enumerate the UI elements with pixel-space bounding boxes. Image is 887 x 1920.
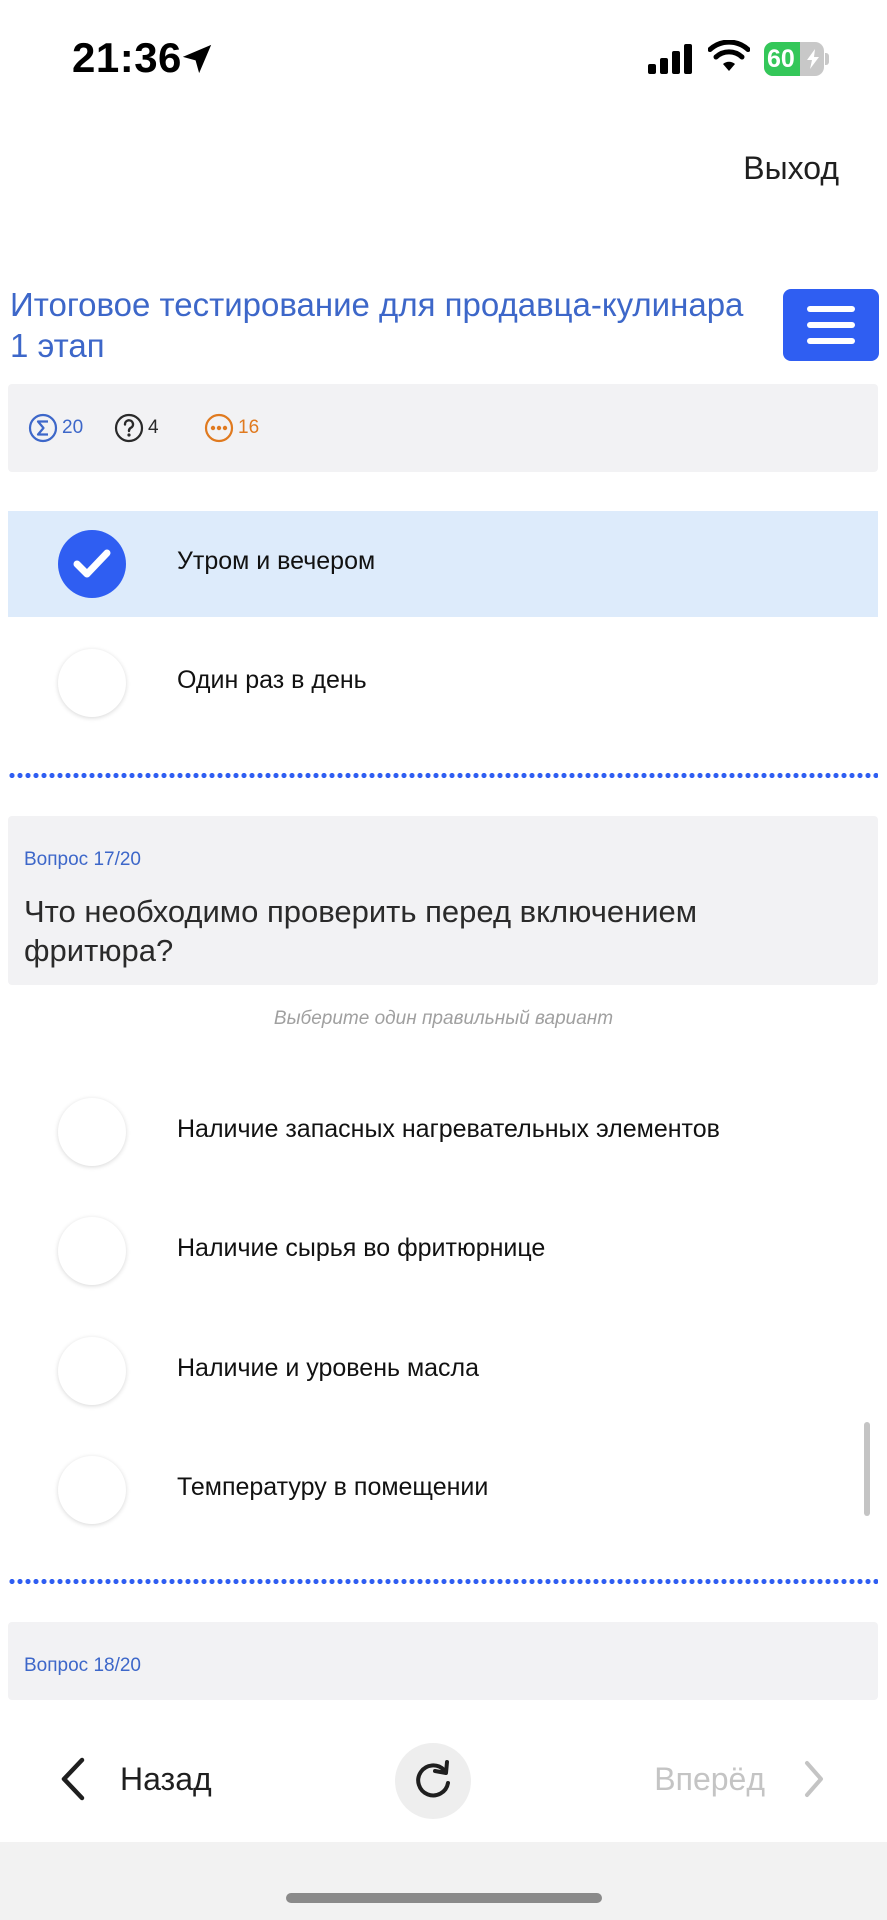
cellular-signal-icon — [648, 44, 692, 74]
stat-unanswered-value: 4 — [148, 417, 159, 438]
answer-option[interactable]: Наличие и уровень масла — [8, 1318, 878, 1424]
battery-body: 60 — [764, 42, 824, 76]
question-divider — [8, 1579, 878, 1584]
question-card: Вопрос 17/20 Что необходимо проверить пе… — [8, 816, 878, 985]
question-number: Вопрос 18/20 — [24, 1655, 141, 1676]
question-card: Вопрос 18/20 — [8, 1622, 878, 1700]
back-button[interactable]: Назад — [56, 1754, 212, 1804]
next-label: Вперёд — [654, 1760, 765, 1797]
chevron-right-icon — [805, 1761, 823, 1797]
radio-unchecked[interactable] — [58, 649, 126, 717]
question-divider — [8, 773, 878, 778]
stat-total-questions: 20 — [28, 412, 83, 444]
test-page: 21:36 60 Выход Итоговое тестирование для… — [0, 0, 887, 1920]
answer-option-label: Наличие запасных нагревательных элементо… — [177, 1115, 720, 1143]
status-bar: 21:36 60 — [0, 0, 887, 118]
answer-option-label: Наличие и уровень масла — [177, 1354, 480, 1382]
question-circle-icon — [114, 413, 144, 443]
radio-unchecked[interactable] — [58, 1337, 126, 1405]
battery-charging-icon: 60 — [764, 42, 830, 76]
test-title: Итоговое тестирование для продавца-кулин… — [10, 286, 744, 364]
next-button[interactable]: Вперёд — [654, 1754, 827, 1804]
test-stats-panel: 20 4 16 — [8, 384, 878, 472]
scrollbar-thumb[interactable] — [864, 1422, 870, 1516]
stat-total-value: 20 — [62, 417, 84, 438]
checkmark-icon — [73, 549, 111, 578]
radio-checked[interactable] — [58, 530, 126, 598]
battery-level: 60 — [767, 45, 795, 73]
answer-option-label: Наличие сырья во фритюрнице — [177, 1234, 546, 1262]
answer-option[interactable]: Наличие запасных нагревательных элементо… — [8, 1079, 878, 1185]
refresh-button[interactable] — [395, 1743, 471, 1819]
chevron-left-icon — [61, 1757, 85, 1801]
bottom-navigation: Назад Вперёд — [0, 1700, 887, 1842]
answer-option-label: Температуру в помещении — [177, 1473, 489, 1501]
stat-unanswered-questions: 4 — [114, 412, 159, 444]
radio-unchecked[interactable] — [58, 1456, 126, 1524]
ellipsis-circle-icon — [204, 413, 234, 443]
answer-option-label: Утром и вечером — [177, 547, 376, 575]
menu-button[interactable] — [783, 289, 879, 361]
sigma-circle-icon — [28, 413, 58, 443]
radio-unchecked[interactable] — [58, 1098, 126, 1166]
home-indicator[interactable] — [286, 1893, 602, 1903]
answer-option-label: Один раз в день — [177, 666, 367, 694]
status-time: 21:36 — [72, 34, 182, 81]
question-text: Что необходимо проверить перед включение… — [24, 894, 698, 968]
answer-option-selected[interactable]: Утром и вечером — [8, 511, 878, 617]
refresh-icon — [416, 1760, 450, 1798]
wifi-icon — [708, 40, 750, 71]
bolt-icon — [807, 49, 819, 69]
answer-option[interactable]: Один раз в день — [8, 630, 878, 736]
back-label: Назад — [120, 1760, 212, 1797]
exit-button[interactable]: Выход — [743, 150, 839, 187]
answer-option[interactable]: Наличие сырья во фритюрнице — [8, 1198, 878, 1304]
location-arrow-icon — [182, 44, 212, 74]
radio-unchecked[interactable] — [58, 1217, 126, 1285]
question-number: Вопрос 17/20 — [24, 849, 141, 870]
answer-option[interactable]: Температуру в помещении — [8, 1437, 878, 1543]
question-hint: Выберите один правильный вариант — [273, 1008, 614, 1029]
stat-remaining-questions: 16 — [204, 412, 259, 444]
home-indicator-area — [0, 1842, 887, 1920]
battery-cap — [825, 53, 829, 65]
stat-remaining-value: 16 — [238, 417, 260, 438]
